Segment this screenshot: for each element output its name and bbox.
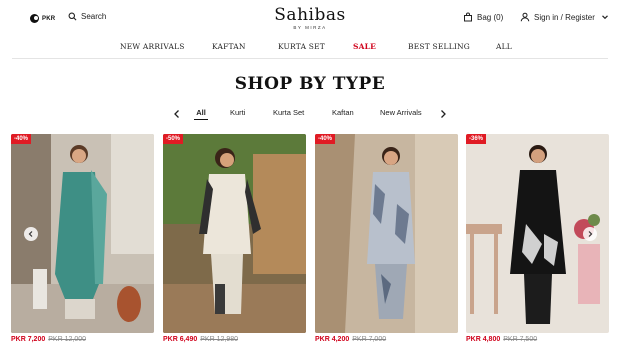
discount-badge: -50%	[163, 134, 184, 144]
account-label: Sign in / Register	[534, 12, 595, 22]
original-price: PKR 12,000	[48, 336, 86, 343]
product-price: PKR 4,200 PKR 7,000	[315, 336, 386, 343]
tabs-next-button[interactable]	[437, 107, 449, 119]
category-tabs: All Kurti Kurta Set Kaftan New Arrivals	[0, 104, 620, 122]
nav-all[interactable]: ALL	[496, 42, 512, 51]
chevron-right-icon	[441, 110, 446, 118]
chevron-left-icon	[174, 110, 179, 118]
tab-kurti[interactable]: Kurti	[230, 106, 245, 120]
product-card[interactable]: -50%	[163, 134, 306, 333]
chevron-right-icon	[588, 231, 593, 237]
image-next-button[interactable]	[583, 227, 597, 241]
discount-badge: -40%	[315, 134, 336, 144]
nav-kurta-set[interactable]: KURTA SET	[278, 42, 325, 51]
product-card[interactable]: -40%	[315, 134, 458, 333]
user-icon	[520, 12, 530, 22]
currency-selector[interactable]: PKR	[30, 14, 55, 23]
product-price: PKR 6,490 PKR 12,980	[163, 336, 238, 343]
nav-sale[interactable]: SALE	[353, 42, 376, 51]
nav-kaftan[interactable]: KAFTAN	[212, 42, 246, 51]
chevron-left-icon	[28, 231, 33, 237]
image-prev-button[interactable]	[24, 227, 38, 241]
bag-label: Bag (0)	[477, 12, 504, 22]
tab-kaftan[interactable]: Kaftan	[332, 106, 354, 120]
site-header: PKR Search Sahibas BY MIRZA Bag (0) Sign…	[0, 0, 620, 38]
nav-divider	[12, 58, 608, 59]
sale-price: PKR 4,800	[466, 336, 501, 343]
original-price: PKR 7,000	[352, 336, 387, 343]
nav-best-selling[interactable]: BEST SELLING	[408, 42, 470, 51]
logo-name: Sahibas	[274, 5, 346, 25]
chevron-down-icon	[601, 15, 608, 20]
search-label: Search	[81, 12, 107, 21]
product-image	[315, 134, 458, 333]
discount-badge: -36%	[466, 134, 487, 144]
sale-price: PKR 6,490	[163, 336, 198, 343]
sale-price: PKR 4,200	[315, 336, 350, 343]
bag-icon	[464, 12, 472, 22]
site-logo[interactable]: Sahibas BY MIRZA	[270, 6, 350, 30]
bag-button[interactable]: Bag (0)	[463, 12, 503, 22]
main-nav: NEW ARRIVALS KAFTAN KURTA SET SALE BEST …	[0, 38, 620, 58]
discount-badge: -40%	[11, 134, 32, 144]
sale-price: PKR 7,200	[11, 336, 46, 343]
tab-new-arrivals[interactable]: New Arrivals	[380, 106, 422, 120]
tabs-prev-button[interactable]	[171, 107, 183, 119]
search-button[interactable]: Search	[68, 12, 106, 21]
tab-kurta-set[interactable]: Kurta Set	[273, 106, 304, 120]
search-icon	[68, 12, 77, 21]
flag-icon	[30, 14, 39, 23]
product-image	[163, 134, 306, 333]
nav-new-arrivals[interactable]: NEW ARRIVALS	[120, 42, 185, 51]
product-price: PKR 7,200 PKR 12,000	[11, 336, 86, 343]
account-button[interactable]: Sign in / Register	[520, 12, 609, 22]
logo-subtitle: BY MIRZA	[293, 25, 327, 30]
original-price: PKR 12,980	[200, 336, 238, 343]
original-price: PKR 7,500	[503, 336, 538, 343]
section-title: SHOP BY TYPE	[234, 74, 386, 94]
tab-all[interactable]: All	[194, 106, 208, 120]
product-price: PKR 4,800 PKR 7,500	[466, 336, 537, 343]
currency-code: PKR	[42, 15, 56, 22]
